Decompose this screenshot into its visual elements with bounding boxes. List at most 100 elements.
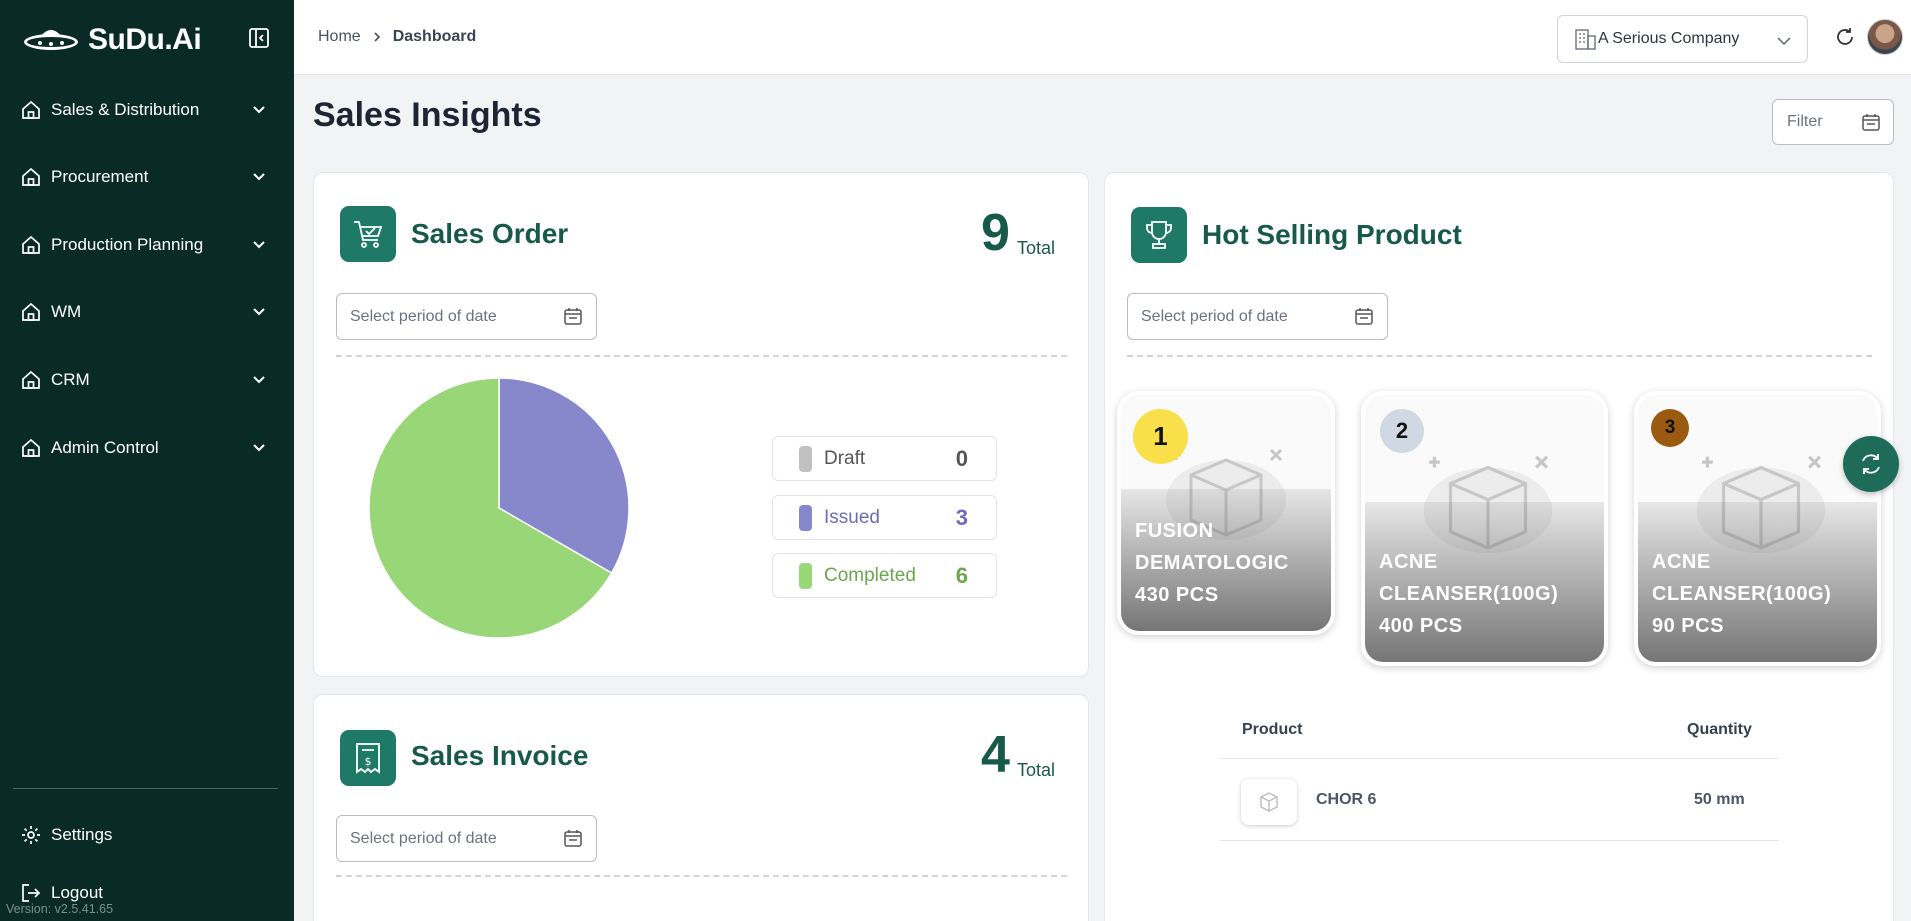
- sidebar-item-label: Production Planning: [51, 235, 204, 254]
- home-icon: [22, 235, 40, 254]
- filter-placeholder: Filter: [1787, 113, 1823, 130]
- divider: [336, 875, 1067, 877]
- box-placeholder-icon: [1260, 792, 1278, 812]
- sidebar-item-admin-control[interactable]: Admin Control: [0, 426, 294, 470]
- sidebar-divider: [13, 788, 278, 789]
- legend-label: Draft: [824, 447, 866, 469]
- calendar-icon: [1862, 114, 1880, 131]
- rank-badge-1: 1: [1133, 409, 1188, 464]
- product-name-line: CLEANSER(100G): [1379, 583, 1559, 605]
- date-placeholder: Select period of date: [1141, 307, 1288, 325]
- legend-count: 6: [955, 562, 968, 588]
- sidebar-item-sales-distribution[interactable]: Sales & Distribution: [0, 88, 294, 132]
- legend-completed: Completed 6: [772, 553, 997, 598]
- sidebar-item-production-planning[interactable]: Production Planning: [0, 223, 294, 267]
- sales-invoice-card: $ Sales Invoice 4 Total Select period of…: [313, 694, 1089, 921]
- cart-icon: [340, 206, 396, 262]
- gear-icon: [22, 826, 40, 844]
- product-name-line: ACNE: [1379, 551, 1438, 573]
- company-name: A Serious Company: [1598, 30, 1740, 47]
- sidebar-item-label: Admin Control: [51, 438, 159, 457]
- building-icon: [1575, 29, 1596, 50]
- company-select[interactable]: A Serious Company: [1557, 15, 1808, 63]
- logout-label: Logout: [51, 883, 103, 902]
- settings-label: Settings: [51, 825, 113, 844]
- home-icon: [22, 167, 40, 186]
- divider: [336, 355, 1067, 357]
- home-icon: [22, 438, 40, 457]
- rotate-icon: [1862, 454, 1880, 474]
- chevron-down-icon: [253, 444, 265, 452]
- sidebar-item-label: Sales & Distribution: [51, 100, 200, 119]
- sidebar-item-crm[interactable]: CRM: [0, 358, 294, 402]
- filter-date-button[interactable]: Filter: [1772, 99, 1894, 145]
- product-name-line: ACNE: [1652, 551, 1711, 573]
- version-text: Version: v2.5.41.65: [6, 902, 114, 916]
- table-header-product: Product: [1242, 721, 1303, 738]
- sidebar-item-label: CRM: [51, 370, 90, 389]
- table-header-quantity: Quantity: [1687, 721, 1752, 738]
- product-name-line: FUSION: [1135, 520, 1214, 542]
- sidebar-item-settings[interactable]: Settings: [0, 813, 294, 857]
- sales-order-card: Sales Order 9 Total Select period of dat…: [313, 172, 1089, 677]
- home-icon: [22, 302, 40, 321]
- legend-count: 0: [955, 445, 968, 471]
- sales-order-pie-chart: [368, 377, 630, 639]
- ufo-logo-icon: [24, 30, 78, 50]
- rank-badge-3: 3: [1651, 409, 1689, 447]
- sales-order-date-input[interactable]: Select period of date: [336, 293, 597, 340]
- page-title: Sales Insights: [313, 96, 542, 134]
- topbar: Home Dashboard A Serious Company: [294, 0, 1911, 75]
- legend-swatch: [799, 504, 812, 531]
- avatar[interactable]: [1867, 19, 1903, 55]
- sales-invoice-date-input[interactable]: Select period of date: [336, 815, 597, 862]
- legend-label: Completed: [824, 564, 916, 586]
- refresh-carousel-button[interactable]: [1843, 436, 1899, 492]
- chevron-down-icon: [253, 376, 265, 384]
- product-caption: FUSION DEMATOLOGIC 430 PCS: [1135, 515, 1289, 611]
- brand-name: SuDu.Ai: [88, 23, 202, 56]
- sales-invoice-total-label: Total: [1017, 760, 1056, 780]
- sales-invoice-total: 4: [981, 726, 1010, 784]
- sales-order-total-label: Total: [1017, 238, 1056, 258]
- sidebar-item-procurement[interactable]: Procurement: [0, 155, 294, 199]
- brand-logo[interactable]: SuDu.Ai: [22, 22, 202, 58]
- legend-issued: Issued 3: [772, 495, 997, 540]
- refresh-icon[interactable]: [1834, 26, 1856, 48]
- product-quantity: 430 PCS: [1135, 584, 1219, 606]
- product-thumbnail: [1241, 779, 1297, 825]
- product-caption: ACNE CLEANSER(100G) 90 PCS: [1652, 546, 1831, 642]
- home-icon: [22, 100, 40, 119]
- legend-swatch: [799, 445, 812, 472]
- legend-swatch: [799, 562, 812, 589]
- hot-selling-title: Hot Selling Product: [1202, 219, 1462, 250]
- sidebar-item-label: WM: [51, 302, 82, 321]
- breadcrumb-home[interactable]: Home: [318, 28, 361, 46]
- svg-text:$: $: [365, 755, 372, 768]
- chevron-right-icon: [374, 32, 380, 42]
- breadcrumb-current: Dashboard: [392, 28, 477, 45]
- divider: [1127, 355, 1872, 357]
- product-caption: ACNE CLEANSER(100G) 400 PCS: [1379, 546, 1558, 642]
- sales-order-total: 9: [981, 204, 1010, 262]
- chevron-down-icon: [253, 106, 265, 114]
- sidebar-item-label: Procurement: [51, 167, 149, 186]
- breadcrumb: Home Dashboard: [318, 28, 476, 46]
- trophy-icon: [1131, 207, 1187, 263]
- legend-count: 3: [955, 504, 968, 530]
- sidebar: SuDu.Ai Sales & Distribution Procurement…: [0, 0, 294, 921]
- table-divider: [1219, 758, 1779, 759]
- product-name-line: DEMATOLOGIC: [1135, 552, 1289, 574]
- chevron-down-icon: [253, 241, 265, 249]
- collapse-sidebar-icon[interactable]: [248, 27, 270, 49]
- date-placeholder: Select period of date: [350, 829, 497, 847]
- product-name-line: CLEANSER(100G): [1652, 583, 1832, 605]
- chevron-down-icon: [1777, 37, 1791, 46]
- hot-selling-date-input[interactable]: Select period of date: [1127, 293, 1388, 340]
- rank-badge-2: 2: [1380, 409, 1424, 453]
- table-cell-quantity: 50 mm: [1694, 791, 1745, 808]
- table-cell-product: CHOR 6: [1316, 791, 1377, 808]
- sidebar-item-wm[interactable]: WM: [0, 290, 294, 334]
- product-quantity: 400 PCS: [1379, 615, 1463, 637]
- table-divider: [1219, 840, 1779, 841]
